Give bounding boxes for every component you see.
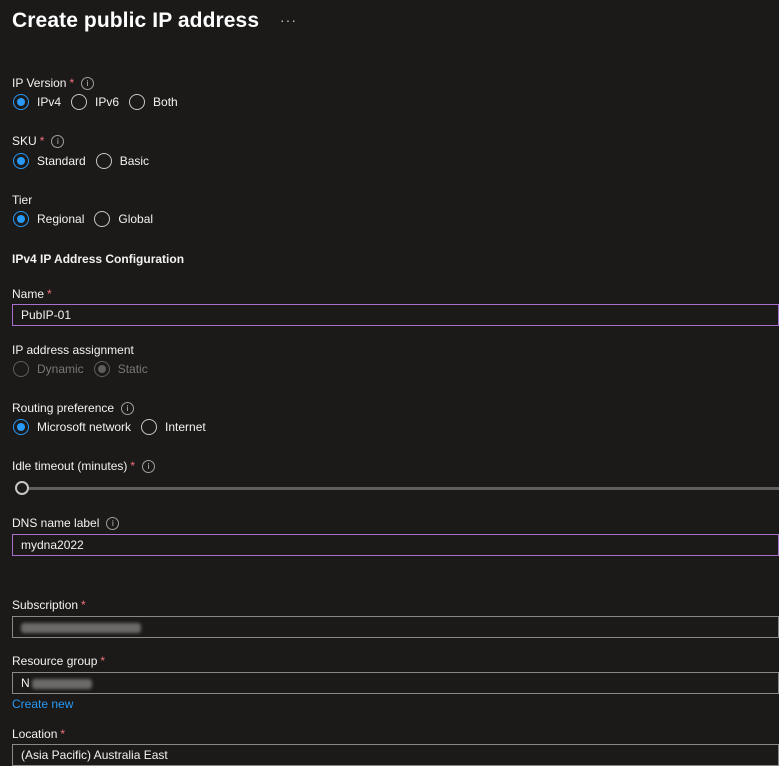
routing-label: Routing preference i	[12, 401, 135, 415]
name-input[interactable]: PubIP-01	[12, 304, 779, 326]
radio-unselected-icon	[94, 211, 111, 227]
sku-label: SKU * i	[12, 134, 65, 148]
radio-internet[interactable]: Internet	[141, 419, 206, 435]
redacted-value	[31, 678, 92, 689]
name-label: Name *	[12, 287, 52, 301]
radio-selected-icon	[13, 419, 29, 435]
radio-disabled-selected-icon	[93, 361, 110, 377]
resource-group-label: Resource group *	[12, 654, 106, 668]
radio-ipv6[interactable]: IPv6	[71, 94, 119, 110]
create-new-link[interactable]: Create new	[12, 697, 73, 711]
radio-disabled-icon	[13, 361, 29, 377]
page-title: Create public IP address	[12, 9, 260, 32]
required-marker: *	[81, 598, 86, 612]
routing-radio-group: Microsoft network Internet	[13, 419, 216, 435]
ip-version-radio-group: IPv4 IPv6 Both	[13, 94, 188, 110]
ip-assignment-label: IP address assignment	[12, 343, 134, 357]
radio-unselected-icon	[95, 153, 112, 169]
radio-unselected-icon	[129, 94, 146, 110]
idle-timeout-slider-track[interactable]	[22, 487, 779, 490]
radio-unselected-icon	[141, 419, 158, 435]
tier-radio-group: Regional Global	[13, 211, 163, 227]
resource-group-select[interactable]: N	[12, 672, 779, 694]
info-icon[interactable]: i	[142, 460, 156, 473]
section-heading: IPv4 IP Address Configuration	[12, 252, 185, 266]
required-marker: *	[60, 727, 66, 741]
info-icon[interactable]: i	[51, 135, 65, 148]
tier-label: Tier	[12, 193, 33, 207]
idle-timeout-label: Idle timeout (minutes) * i	[12, 459, 156, 473]
location-label: Location *	[12, 727, 66, 741]
radio-regional[interactable]: Regional	[13, 211, 84, 227]
required-marker: *	[130, 459, 136, 473]
radio-global[interactable]: Global	[94, 211, 153, 227]
redacted-value	[21, 622, 141, 633]
radio-standard[interactable]: Standard	[13, 153, 86, 169]
subscription-select[interactable]	[12, 616, 779, 638]
info-icon[interactable]: i	[106, 517, 120, 530]
radio-microsoft-network[interactable]: Microsoft network	[13, 419, 131, 435]
radio-selected-icon	[13, 153, 29, 169]
required-marker: *	[47, 287, 52, 301]
radio-both[interactable]: Both	[129, 94, 178, 110]
info-icon[interactable]: i	[121, 402, 135, 415]
location-select[interactable]: (Asia Pacific) Australia East	[12, 744, 779, 766]
subscription-label: Subscription *	[12, 598, 86, 612]
radio-static: Static	[93, 361, 148, 377]
more-icon[interactable]: ···	[280, 12, 297, 28]
info-icon[interactable]: i	[81, 77, 95, 90]
radio-unselected-icon	[71, 94, 88, 110]
sku-radio-group: Standard Basic	[13, 153, 159, 169]
radio-basic[interactable]: Basic	[95, 153, 149, 169]
ip-assignment-radio-group: Dynamic Static	[13, 361, 158, 377]
ip-version-label: IP Version * i	[12, 76, 95, 90]
required-marker: *	[39, 134, 45, 148]
idle-timeout-slider-thumb[interactable]	[15, 481, 29, 495]
radio-selected-icon	[13, 211, 29, 227]
radio-dynamic: Dynamic	[13, 361, 84, 377]
radio-selected-icon	[13, 94, 29, 110]
required-marker: *	[100, 654, 106, 668]
dns-label: DNS name label i	[12, 516, 120, 530]
radio-ipv4[interactable]: IPv4	[13, 94, 61, 110]
required-marker: *	[69, 76, 75, 90]
dns-input[interactable]: mydna2022	[12, 534, 779, 556]
